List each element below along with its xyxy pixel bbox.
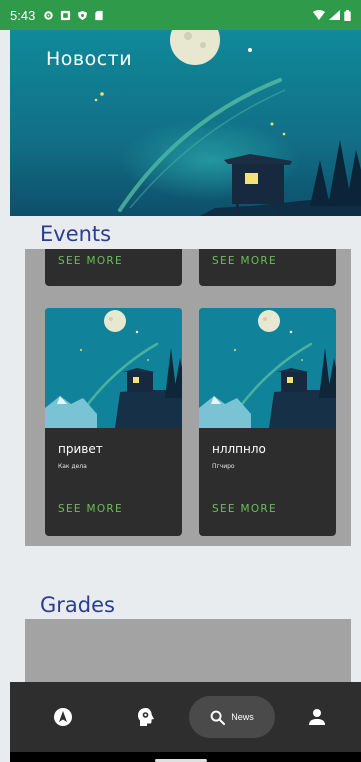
see-more-button[interactable]: SEE MORE bbox=[212, 255, 277, 267]
head-gear-icon bbox=[138, 708, 154, 726]
page-title: Новости bbox=[46, 48, 133, 70]
nav-item-news[interactable]: News bbox=[189, 696, 275, 738]
grades-section-title: Grades bbox=[40, 593, 115, 617]
news-hero-banner: Новости bbox=[10, 30, 361, 216]
image-icon bbox=[61, 10, 71, 20]
nav-item-navigation[interactable] bbox=[50, 704, 76, 730]
status-time: 5:43 bbox=[10, 7, 36, 23]
signal-icon bbox=[329, 10, 340, 20]
event-card-subtitle: Пгчиро bbox=[212, 463, 235, 470]
event-card-image bbox=[45, 308, 182, 428]
see-more-button[interactable]: SEE MORE bbox=[212, 503, 277, 515]
sd-card-icon bbox=[95, 10, 103, 20]
events-carousel[interactable]: SEE MORE SEE MORE привет Как дела SEE MO… bbox=[25, 249, 351, 546]
navigation-icon bbox=[54, 708, 72, 726]
nav-item-psychology[interactable] bbox=[133, 704, 159, 730]
event-card-subtitle: Как дела bbox=[58, 463, 87, 470]
app-screen: 5:43 Новости Events SEE MORE SEE MORE пр… bbox=[0, 0, 361, 762]
see-more-button[interactable]: SEE MORE bbox=[58, 503, 123, 515]
bottom-navigation: News bbox=[10, 682, 361, 752]
event-card-image bbox=[199, 308, 336, 428]
shield-icon bbox=[78, 10, 88, 20]
settings-icon bbox=[44, 10, 54, 20]
grades-panel[interactable] bbox=[25, 619, 351, 689]
see-more-button[interactable]: SEE MORE bbox=[58, 255, 123, 267]
battery-icon bbox=[344, 9, 351, 21]
status-bar: 5:43 bbox=[0, 0, 361, 30]
status-notification-icons bbox=[43, 10, 104, 21]
events-section-title: Events bbox=[40, 222, 112, 246]
person-icon bbox=[309, 709, 325, 725]
event-card-title: нллпнло bbox=[212, 442, 266, 456]
nav-item-profile[interactable] bbox=[304, 704, 330, 730]
event-card[interactable]: нллпнло Пгчиро SEE MORE bbox=[199, 308, 336, 536]
status-system-icons bbox=[313, 9, 351, 21]
wifi-icon bbox=[313, 10, 325, 20]
search-icon bbox=[210, 710, 226, 725]
nav-item-news-label: News bbox=[231, 712, 254, 722]
event-card[interactable]: SEE MORE bbox=[199, 249, 336, 286]
event-card[interactable]: SEE MORE bbox=[45, 249, 182, 286]
event-card[interactable]: привет Как дела SEE MORE bbox=[45, 308, 182, 536]
event-card-title: привет bbox=[58, 442, 103, 456]
